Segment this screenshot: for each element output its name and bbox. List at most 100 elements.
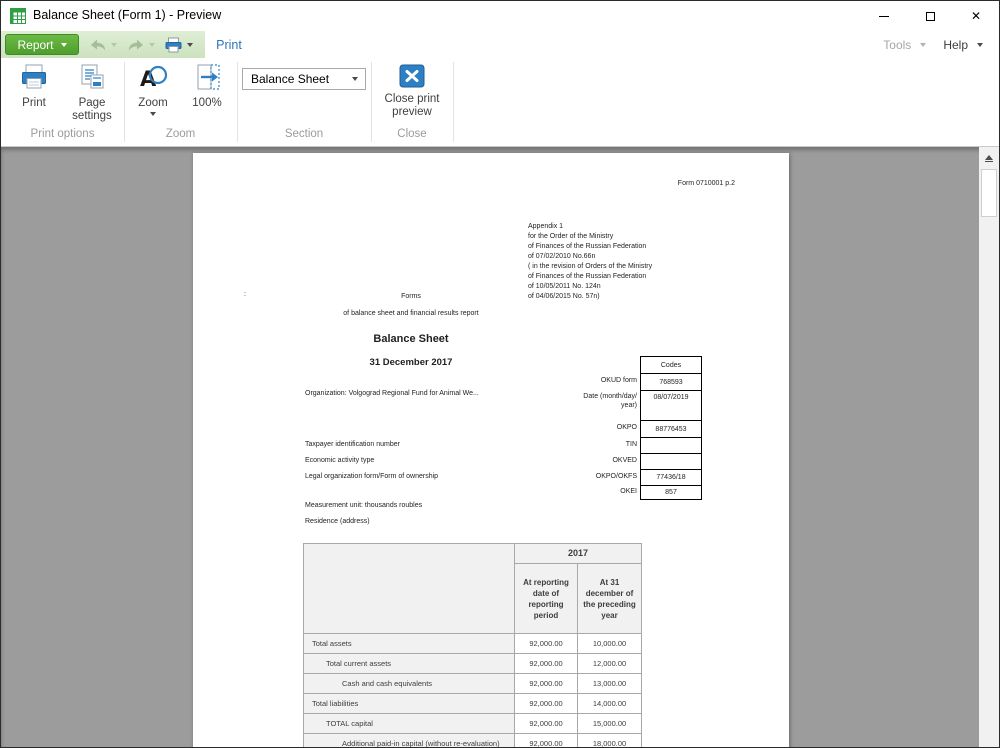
help-dropdown-icon[interactable] xyxy=(977,42,983,47)
measurement-unit-line: Measurement unit: thousands roubles xyxy=(305,502,423,509)
appendix-block: Appendix 1 for the Order of the Ministry… xyxy=(528,222,652,302)
undo-icon xyxy=(91,39,106,51)
print-button-label: Print xyxy=(22,97,46,109)
close-icon: ✕ xyxy=(970,9,982,23)
maximize-button[interactable] xyxy=(907,1,953,31)
undo-dropdown-icon[interactable] xyxy=(111,42,117,47)
row-current-value: 92,000.00 xyxy=(514,633,578,654)
row-current-value: 92,000.00 xyxy=(514,733,578,747)
redo-icon xyxy=(128,39,143,51)
residence-line: Residence (address) xyxy=(305,518,370,525)
print-toolbar: Print Page settings A Zoom 100% Balance … xyxy=(1,58,999,147)
codes-header: Codes xyxy=(660,361,682,369)
ribbon-tab-row: Report Print Tools Help xyxy=(1,31,999,58)
form-reference: Form 0710001 p.2 xyxy=(677,180,735,187)
zoom-100-icon xyxy=(197,64,220,90)
chevron-down-icon xyxy=(60,42,67,47)
row-label: Additional paid-in capital (without re-e… xyxy=(303,733,515,747)
tab-print[interactable]: Print xyxy=(205,31,253,58)
scrollbar-thumb[interactable] xyxy=(981,169,997,217)
group-label-zoom: Zoom xyxy=(165,128,196,140)
printer-icon xyxy=(165,37,182,52)
minimize-button[interactable] xyxy=(861,1,907,31)
quick-print-button[interactable] xyxy=(165,37,182,53)
table-row: Total liabilities 92,000.00 14,000.00 xyxy=(303,693,642,714)
okpo-label: OKPO xyxy=(616,424,637,431)
zoom-100-button[interactable]: 100% xyxy=(181,62,233,110)
redo-button[interactable] xyxy=(127,38,145,52)
appendix-line: of 10/05/2011 No. 124n xyxy=(528,283,601,290)
table-header-row: 2017 xyxy=(303,543,642,634)
app-icon xyxy=(10,8,26,24)
vertical-scrollbar[interactable] xyxy=(979,147,999,747)
preview-area: Form 0710001 p.2 Appendix 1 for the Orde… xyxy=(1,147,999,747)
page-settings-label: Page settings xyxy=(72,97,112,122)
tin-description: Taxpayer identification number xyxy=(305,441,400,448)
row-current-value: 92,000.00 xyxy=(514,653,578,674)
forms-title: Forms xyxy=(401,293,421,300)
toolbar-separator xyxy=(453,62,454,142)
quick-access-strip: Report xyxy=(1,31,205,58)
scroll-up-icon-base xyxy=(985,160,993,162)
year-header-cell: 2017 xyxy=(514,543,642,564)
app-window: Balance Sheet (Form 1) - Preview ✕ Repor… xyxy=(0,0,1000,748)
section-select-value: Balance Sheet xyxy=(251,72,330,86)
document-date: 31 December 2017 xyxy=(369,357,453,368)
close-button[interactable]: ✕ xyxy=(953,1,999,31)
tools-dropdown-icon[interactable] xyxy=(920,42,927,47)
maximize-icon xyxy=(925,11,935,21)
row-previous-value: 14,000.00 xyxy=(577,693,642,714)
table-row: Total assets 92,000.00 10,000.00 xyxy=(303,633,642,654)
page-settings-button[interactable]: Page settings xyxy=(61,62,123,123)
print-dropdown-icon[interactable] xyxy=(187,42,193,47)
appendix-line: of Finances of the Russian Federation xyxy=(528,243,647,250)
organization-line: Organization: Volgograd Regional Fund fo… xyxy=(305,390,479,397)
window-title: Balance Sheet (Form 1) - Preview xyxy=(33,8,222,22)
okud-label: OKUD form xyxy=(600,377,637,384)
okud-value: 768593 xyxy=(641,373,701,390)
balance-table: 2017 At reporting date of reporting peri… xyxy=(303,543,642,747)
close-preview-button[interactable]: Close print preview xyxy=(370,62,454,119)
forms-subtitle: of balance sheet and financial results r… xyxy=(343,310,479,317)
row-label: TOTAL capital xyxy=(303,713,515,734)
row-previous-value: 12,000.00 xyxy=(577,653,642,674)
group-label-section: Section xyxy=(284,128,324,140)
print-button[interactable]: Print xyxy=(9,62,59,110)
row-current-value: 92,000.00 xyxy=(514,713,578,734)
okved-label: OKVED xyxy=(612,457,637,464)
table-row: Total current assets 92,000.00 12,000.00 xyxy=(303,653,642,674)
titlebar: Balance Sheet (Form 1) - Preview ✕ xyxy=(1,1,999,31)
document-page: Form 0710001 p.2 Appendix 1 for the Orde… xyxy=(193,153,789,747)
col1-header-cell: At reporting date of reporting period xyxy=(514,563,578,634)
section-select[interactable]: Balance Sheet xyxy=(242,68,366,90)
row-label: Total current assets xyxy=(303,653,515,674)
minimize-icon xyxy=(879,15,889,17)
okei-value: 857 xyxy=(641,485,701,499)
svg-text:A: A xyxy=(140,67,157,91)
menu-tools[interactable]: Tools xyxy=(883,38,911,52)
appendix-line: of 07/02/2010 No.66n xyxy=(528,253,596,260)
scroll-up-button[interactable] xyxy=(979,147,999,169)
row-current-value: 92,000.00 xyxy=(514,693,578,714)
table-row: Cash and cash equivalents 92,000.00 13,0… xyxy=(303,673,642,694)
row-label: Cash and cash equivalents xyxy=(303,673,515,694)
zoom-button[interactable]: A Zoom xyxy=(127,62,179,116)
zoom-dropdown-icon xyxy=(150,112,156,116)
row-previous-value: 10,000.00 xyxy=(577,633,642,654)
redo-dropdown-icon[interactable] xyxy=(149,42,155,47)
table-row: TOTAL capital 92,000.00 15,000.00 xyxy=(303,713,642,734)
document-title: Balance Sheet xyxy=(373,333,449,345)
undo-button[interactable] xyxy=(89,38,107,52)
scroll-up-icon xyxy=(985,154,993,160)
report-menu-button[interactable]: Report xyxy=(5,34,79,55)
close-preview-icon xyxy=(399,64,425,88)
menu-help[interactable]: Help xyxy=(943,38,968,52)
date-label: Date (month/day/year) xyxy=(583,393,637,409)
report-menu-label: Report xyxy=(17,37,54,52)
okved-description: Economic activity type xyxy=(305,457,375,464)
row-previous-value: 18,000.00 xyxy=(577,733,642,747)
date-value: 08/07/2019 xyxy=(641,390,701,420)
row-previous-value: 13,000.00 xyxy=(577,673,642,694)
tin-value xyxy=(641,437,701,453)
okpo-value: 88776453 xyxy=(641,420,701,437)
